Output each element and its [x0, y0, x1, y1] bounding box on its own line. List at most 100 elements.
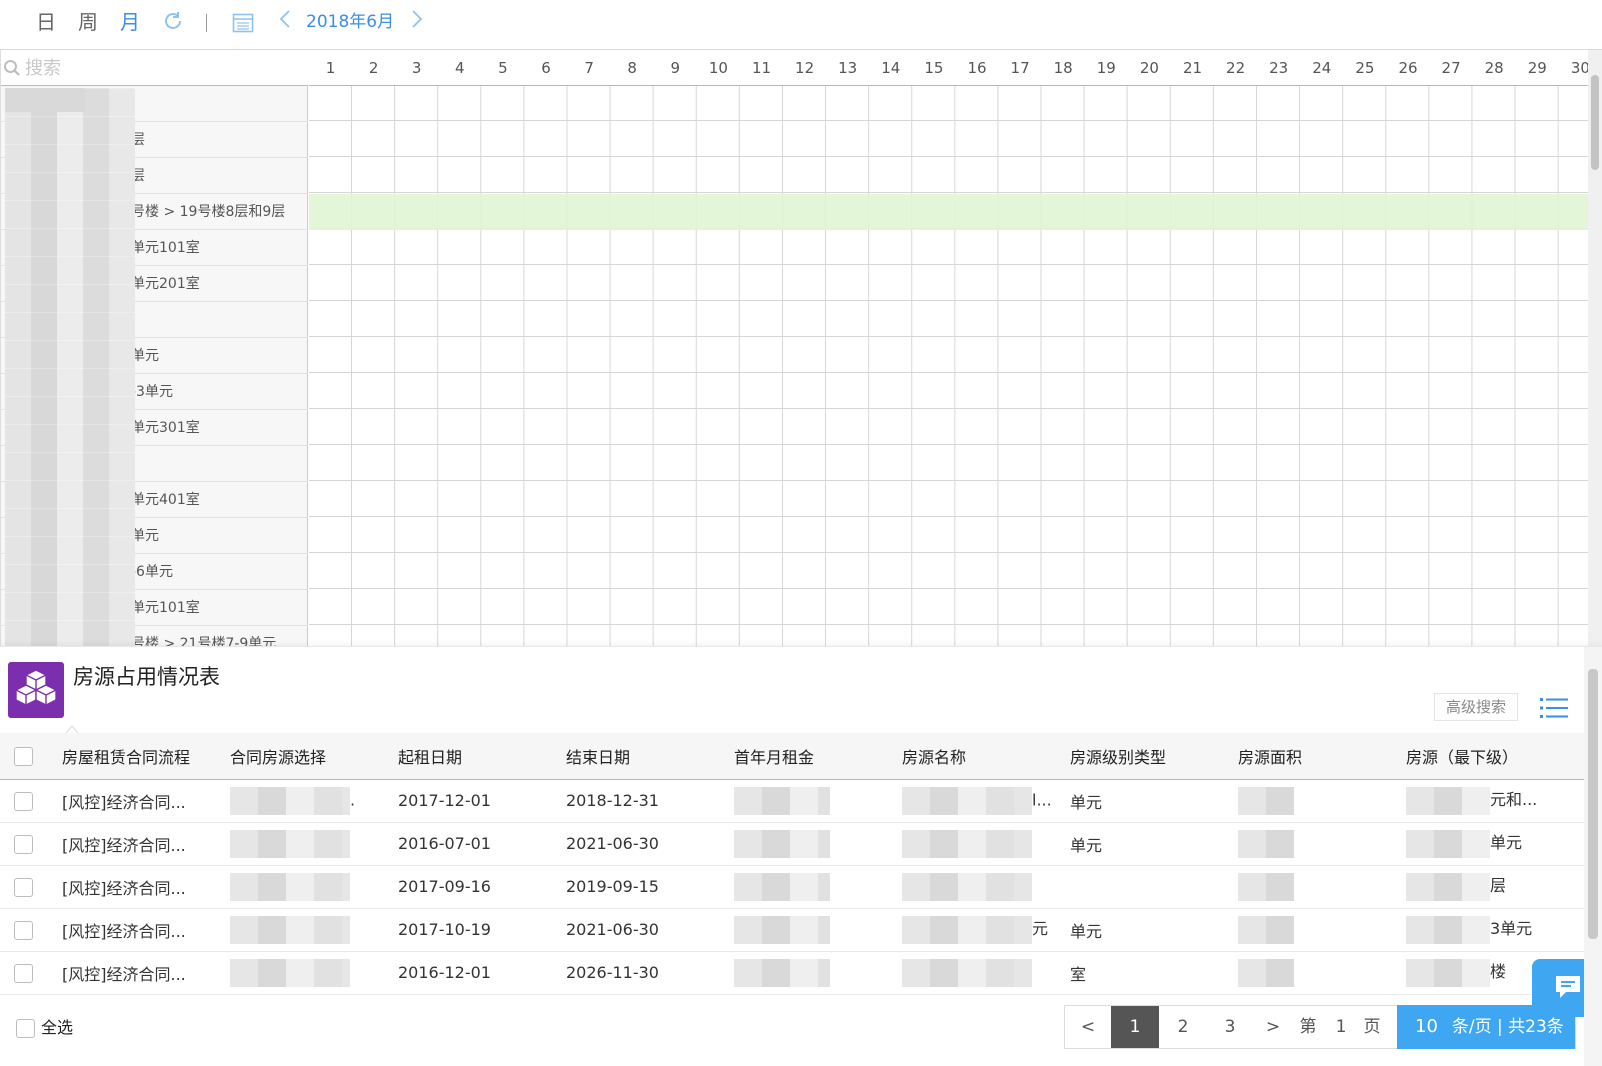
tree-node-label: 单元 — [131, 528, 159, 544]
header-checkbox[interactable] — [14, 746, 33, 766]
occupied-row-highlight[interactable] — [309, 194, 1602, 230]
calendar-scrollbar[interactable] — [1588, 50, 1602, 646]
list-view-icon[interactable] — [1540, 697, 1568, 719]
redacted-tree-root — [5, 88, 85, 112]
row-checkbox[interactable] — [14, 834, 33, 854]
pager-goto-input[interactable]: 1 — [1325, 1006, 1357, 1048]
redacted-value — [1238, 786, 1294, 815]
row-select-cell — [0, 951, 62, 995]
select-all[interactable]: 全选 — [16, 1017, 73, 1039]
row-checkbox[interactable] — [14, 877, 33, 897]
contract-flow-cell[interactable]: [风控]经济合同... — [62, 865, 230, 909]
view-day-button[interactable]: 日 — [36, 8, 56, 36]
table-row[interactable]: [风控]经济合同... 2016-07-01 2021-06-30 单元 单元 — [0, 822, 1584, 866]
source-name-cell-text: 元 — [1032, 919, 1049, 939]
source-area-cell — [1238, 779, 1406, 823]
redacted-value — [1406, 958, 1490, 987]
column-header[interactable]: 房屋租赁合同流程 — [62, 733, 230, 780]
day-header-16: 16 — [967, 59, 987, 77]
contract-flow-cell[interactable]: [风控]经济合同... — [62, 822, 230, 866]
end-date-cell: 2021-06-30 — [566, 908, 734, 952]
day-header-20: 20 — [1139, 59, 1159, 77]
redacted-value — [230, 786, 350, 815]
pager-goto-suffix: 页 — [1363, 1017, 1381, 1037]
view-week-button[interactable]: 周 — [78, 8, 98, 36]
tree-search-input[interactable] — [25, 56, 295, 80]
caret-up-icon — [66, 725, 78, 733]
source-level-cell — [1070, 865, 1238, 909]
calendar-icon[interactable] — [232, 12, 254, 41]
day-header-18: 18 — [1053, 59, 1073, 77]
first-month-rent-cell — [734, 822, 902, 866]
cubes-icon — [8, 662, 64, 718]
source-level-cell: 单元 — [1070, 779, 1238, 823]
column-header[interactable]: 房源面积 — [1238, 733, 1406, 780]
row-checkbox[interactable] — [14, 963, 33, 983]
redacted-value — [902, 829, 1032, 858]
advanced-search-button[interactable]: 高级搜索 — [1434, 693, 1518, 721]
row-checkbox[interactable] — [14, 920, 33, 940]
pager-page-1[interactable]: 1 — [1111, 1006, 1159, 1048]
table-row[interactable]: [风控]经济合同... 2016-12-01 2026-11-30 室 楼 — [0, 951, 1584, 995]
select-all-checkbox[interactable] — [16, 1019, 35, 1038]
row-select-cell — [0, 908, 62, 952]
panel-title: 房源占用情况表 — [73, 665, 220, 689]
panel-scrollbar-thumb[interactable] — [1588, 669, 1598, 939]
source-unit-cell-text: 楼 — [1490, 962, 1507, 982]
end-date-cell-text: 2021-06-30 — [566, 834, 659, 853]
redacted-value — [1406, 872, 1490, 901]
column-header[interactable]: 结束日期 — [566, 733, 734, 780]
day-header-12: 12 — [795, 59, 815, 77]
source-unit-cell-text: 单元 — [1490, 833, 1523, 853]
refresh-icon[interactable] — [162, 10, 184, 39]
column-header[interactable]: 房源名称 — [902, 733, 1070, 780]
pager-prev-button[interactable]: < — [1065, 1006, 1111, 1048]
source-unit-cell-text: 层 — [1490, 876, 1507, 896]
source-unit-cell: 单元 — [1406, 822, 1584, 866]
prev-month-icon[interactable] — [278, 8, 292, 38]
source-unit-cell-text: 元和... — [1490, 790, 1538, 810]
contract-flow-cell[interactable]: [风控]经济合同... — [62, 951, 230, 995]
contract-flow-cell-text: [风控]经济合同... — [62, 792, 186, 812]
page-size-value[interactable]: 10 — [1415, 1016, 1438, 1037]
table-row[interactable]: [风控]经济合同.... 2017-12-01 2018-12-31 l... 单元 元和… — [0, 779, 1584, 823]
source-level-cell-text: 室 — [1070, 964, 1087, 984]
pager-page-3[interactable]: 3 — [1207, 1006, 1253, 1048]
occupancy-grid[interactable] — [309, 86, 1602, 646]
first-month-rent-cell — [734, 865, 902, 909]
contract-flow-cell[interactable]: [风控]经济合同... — [62, 779, 230, 823]
column-header[interactable]: 房源（最下级） — [1406, 733, 1584, 780]
chat-icon — [1556, 976, 1580, 998]
start-date-cell: 2016-07-01 — [398, 822, 566, 866]
pager-page-2[interactable]: 2 — [1159, 1006, 1207, 1048]
table-body: [风控]经济合同.... 2017-12-01 2018-12-31 l... 单元 元和… — [0, 779, 1584, 995]
column-header[interactable]: 起租日期 — [398, 733, 566, 780]
column-header[interactable]: 房源级别类型 — [1070, 733, 1238, 780]
end-date-cell-text: 2018-12-31 — [566, 791, 659, 810]
occupancy-table-panel: 房源占用情况表 高级搜索 房屋租赁合同流程 合同房源选择 起租日期 结束日期 首年月租金… — [0, 646, 1602, 1066]
contract-flow-cell[interactable]: [风控]经济合同... — [62, 908, 230, 952]
next-month-icon[interactable] — [410, 8, 424, 38]
contract-source-cell — [230, 908, 398, 952]
calendar-scrollbar-thumb[interactable] — [1591, 75, 1599, 170]
row-checkbox[interactable] — [14, 791, 33, 811]
contract-flow-cell-text: [风控]经济合同... — [62, 835, 186, 855]
table-row[interactable]: [风控]经济合同... 2017-10-19 2021-06-30 元 单元 3单元 — [0, 908, 1584, 952]
tree-node-label: 单元101室 — [131, 240, 200, 256]
source-area-cell — [1238, 951, 1406, 995]
pager-next-button[interactable]: > — [1253, 1006, 1293, 1048]
table-row[interactable]: [风控]经济合同... 2017-09-16 2019-09-15 层 — [0, 865, 1584, 909]
start-date-cell-text: 2017-12-01 — [398, 791, 491, 810]
day-header-2: 2 — [368, 59, 379, 77]
tree-node-label: 号楼 > 19号楼8层和9层 — [131, 204, 286, 220]
column-header[interactable]: 合同房源选择 — [230, 733, 398, 780]
day-header-5: 5 — [498, 59, 508, 77]
contract-source-cell-text: . — [350, 790, 356, 809]
table-header-row: 房屋租赁合同流程 合同房源选择 起租日期 结束日期 首年月租金 房源名称 房源级别类型 房源面… — [0, 733, 1584, 780]
panel-scrollbar[interactable] — [1584, 647, 1602, 1066]
end-date-cell: 2019-09-15 — [566, 865, 734, 909]
view-month-button[interactable]: 月 — [120, 8, 140, 36]
pager-goto-prefix: 第 — [1299, 1017, 1317, 1037]
column-header[interactable]: 首年月租金 — [734, 733, 902, 780]
current-month-label[interactable]: 2018年6月 — [306, 10, 394, 34]
